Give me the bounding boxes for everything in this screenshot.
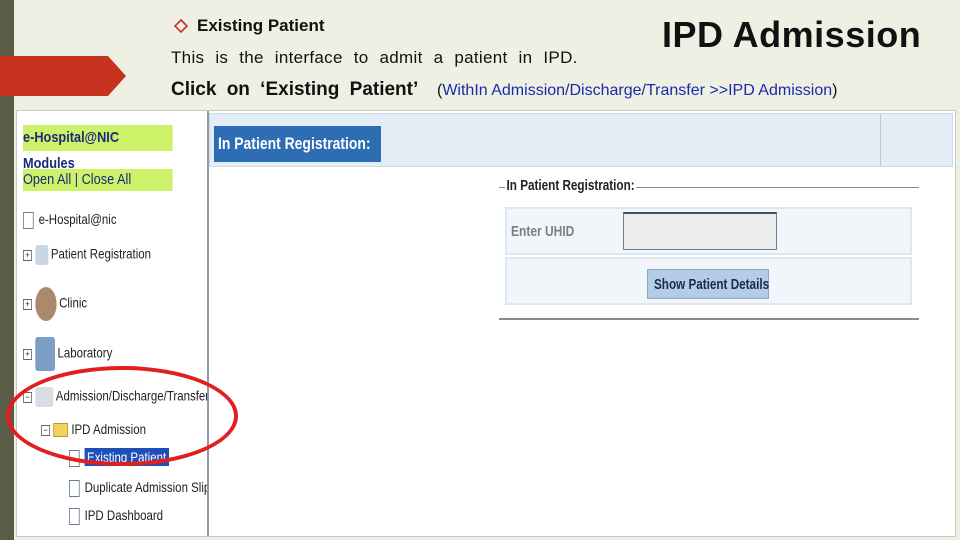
modules-header: e-Hospital@NIC Modules [23, 125, 173, 172]
uhid-row: Enter UHID [505, 207, 912, 255]
fieldset-legend: In Patient Registration: [505, 177, 637, 194]
tree-root-label: e-Hospital@nic [38, 211, 117, 227]
sidebar-item-label: Clinic [59, 294, 88, 311]
highlight-ellipse [6, 366, 238, 466]
slide-description: This is the interface to admit a patient… [171, 48, 578, 67]
sidebar-item-clinic[interactable]: + Clinic [23, 287, 87, 321]
uhid-label: Enter UHID [511, 223, 575, 240]
path-hint-close: ) [832, 82, 838, 99]
laboratory-icon [35, 337, 55, 371]
path-hint-text: WithIn Admission/Discharge/Transfer >>IP… [442, 82, 833, 99]
page-title: In Patient Registration: [214, 126, 381, 162]
sidebar-item-label: Laboratory [57, 344, 113, 361]
open-close-all-link[interactable]: Open All | Close All [23, 169, 173, 191]
doctor-avatar-icon [35, 287, 57, 321]
show-patient-details-label: Show Patient Details [654, 276, 770, 293]
sidebar-item-label: Patient Registration [50, 245, 152, 262]
fieldset-bottom-border [499, 318, 919, 320]
path-hint: (WithIn Admission/Discharge/Transfer >>I… [437, 82, 837, 100]
slide-instruction: Click on ‘Existing Patient’ [171, 79, 419, 100]
sidebar-item-label: IPD Dashboard [84, 507, 164, 523]
page-icon [69, 479, 80, 497]
action-row: Show Patient Details [505, 257, 912, 305]
page-title-text: In Patient Registration: [218, 134, 371, 153]
sidebar-item-label: Duplicate Admission Slip [84, 479, 209, 495]
main-panel: In Patient Registration: In Patient Regi… [209, 111, 955, 536]
sidebar-item-laboratory[interactable]: + Laboratory [23, 337, 112, 371]
bullet-heading: Existing Patient [197, 16, 325, 35]
expand-plus-icon[interactable]: + [23, 249, 33, 261]
slide-title: IPD Admission [662, 14, 922, 55]
sidebar-item-patient-registration[interactable]: + Patient Registration [23, 245, 151, 265]
uhid-input[interactable] [623, 212, 777, 250]
expand-plus-icon[interactable]: + [23, 298, 33, 310]
page-header: In Patient Registration: [209, 113, 953, 167]
arrow-tab-decoration [0, 56, 126, 96]
registration-icon [35, 245, 49, 265]
root-page-icon [23, 211, 34, 229]
diamond-bullet-icon [174, 19, 188, 33]
page-icon [69, 507, 80, 525]
app-screenshot: e-Hospital@NIC Modules Open All | Close … [16, 110, 956, 537]
sidebar-item-ipd-dashboard[interactable]: IPD Dashboard [69, 507, 163, 525]
expand-plus-icon[interactable]: + [23, 348, 33, 360]
tree-root[interactable]: e-Hospital@nic [23, 211, 117, 229]
header-divider [880, 114, 881, 166]
module-sidebar: e-Hospital@NIC Modules Open All | Close … [17, 111, 209, 536]
sidebar-item-duplicate-slip[interactable]: Duplicate Admission Slip [69, 479, 209, 497]
show-patient-details-button[interactable]: Show Patient Details [647, 269, 769, 299]
